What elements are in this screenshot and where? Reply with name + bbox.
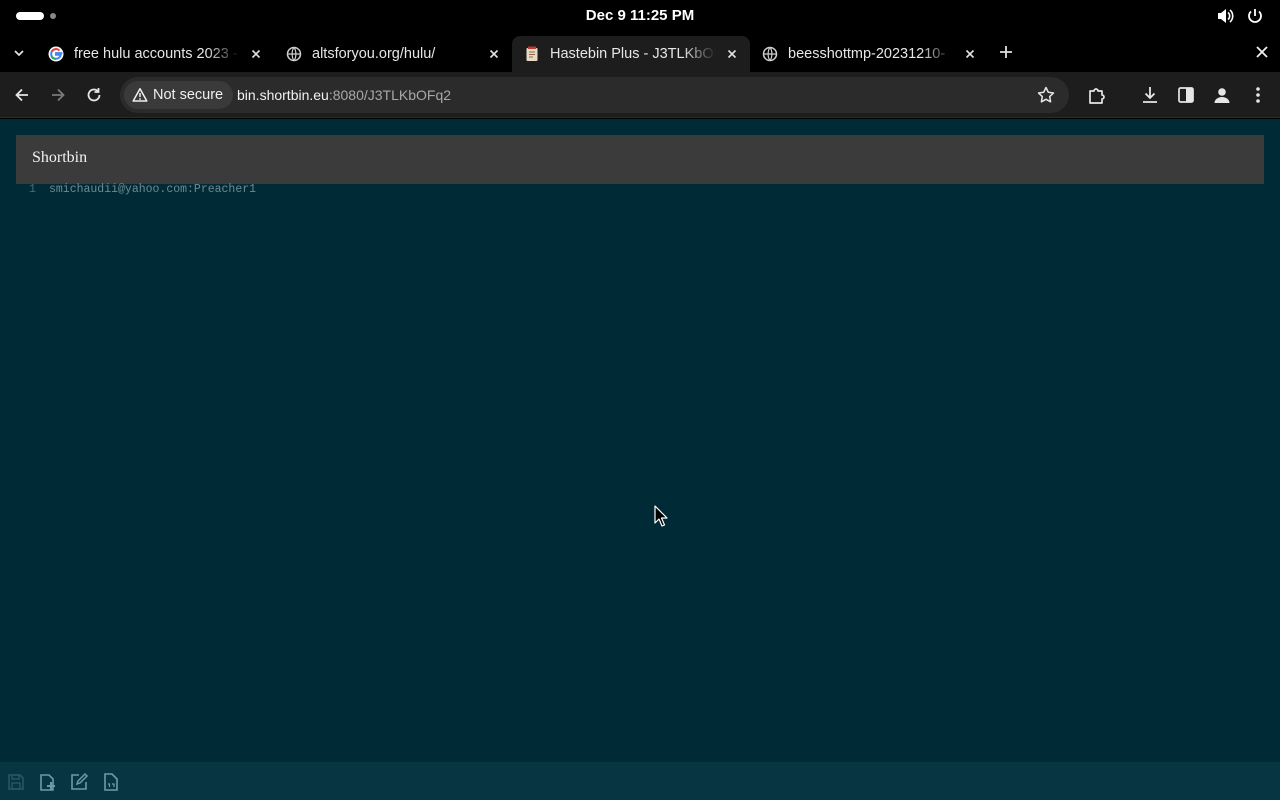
address-bar[interactable]: Not secure bin.shortbin.eu:8080/J3TLKbOF… <box>120 77 1069 113</box>
tab-title: Hastebin Plus - J3TLKbOFq2 <box>550 46 716 62</box>
bookmark-star-icon[interactable] <box>1036 85 1056 105</box>
extensions-puzzle-icon[interactable] <box>1086 84 1108 106</box>
power-icon[interactable] <box>1246 8 1264 24</box>
tab-title: altsforyou.org/hulu/ <box>312 46 436 62</box>
save-icon[interactable] <box>6 772 26 792</box>
security-label: Not secure <box>153 87 224 103</box>
system-clock[interactable]: Dec 9 11:25 PM <box>586 7 694 24</box>
tab-altsforyou[interactable]: altsforyou.org/hulu/ <box>274 36 512 72</box>
url-host: bin.shortbin.eu <box>237 87 329 103</box>
more-menu-icon[interactable] <box>1247 84 1269 106</box>
new-document-icon[interactable] <box>37 772 57 792</box>
profile-avatar-icon[interactable] <box>1211 84 1233 106</box>
workspace-dot <box>50 13 56 19</box>
activities-indicator[interactable] <box>16 12 44 20</box>
paste-content[interactable]: 1 smichaudii@yahoo.com:Preacher1 <box>0 183 1280 197</box>
volume-icon[interactable] <box>1217 8 1235 24</box>
globe-icon <box>286 46 302 62</box>
close-tab-icon[interactable] <box>962 46 978 62</box>
site-title[interactable]: Shortbin <box>32 149 87 167</box>
reload-icon[interactable] <box>83 84 105 106</box>
download-icon[interactable] <box>1139 84 1161 106</box>
close-tab-icon[interactable] <box>724 46 740 62</box>
close-tab-icon[interactable] <box>486 46 502 62</box>
system-top-bar: Dec 9 11:25 PM <box>0 0 1280 32</box>
browser-toolbar: Not secure bin.shortbin.eu:8080/J3TLKbOF… <box>0 72 1280 118</box>
tab-beesshottmp[interactable]: beesshottmp-20231210- <box>750 36 988 72</box>
security-indicator[interactable]: Not secure <box>124 81 234 109</box>
code-line: 1 smichaudii@yahoo.com:Preacher1 <box>0 183 1280 197</box>
raw-text-icon[interactable] <box>101 772 121 792</box>
site-header: Shortbin <box>16 135 1264 184</box>
globe-icon <box>762 46 778 62</box>
action-bar <box>0 762 1280 800</box>
notepad-icon <box>524 46 540 62</box>
tab-title: free hulu accounts 2023 - <box>74 46 238 62</box>
close-tab-icon[interactable] <box>248 46 264 62</box>
url-path: :8080/J3TLKbOFq2 <box>328 87 452 103</box>
forward-arrow-icon[interactable] <box>47 84 69 106</box>
tab-strip: free hulu accounts 2023 - altsforyou.org… <box>0 32 1280 72</box>
tab-title: beesshottmp-20231210- <box>788 46 946 62</box>
tab-hastebin-plus[interactable]: Hastebin Plus - J3TLKbOFq2 <box>512 36 750 72</box>
back-arrow-icon[interactable] <box>11 84 33 106</box>
side-panel-icon[interactable] <box>1175 84 1197 106</box>
tab-search-chevron-icon[interactable] <box>8 42 30 64</box>
new-tab-plus-icon[interactable] <box>996 42 1016 62</box>
mouse-pointer-icon <box>654 505 668 527</box>
google-icon <box>48 46 64 62</box>
paste-page: Shortbin 1 smichaudii@yahoo.com:Preacher… <box>0 119 1280 800</box>
edit-icon[interactable] <box>69 772 89 792</box>
tab-free-hulu-accounts[interactable]: free hulu accounts 2023 - <box>36 36 274 72</box>
url-text[interactable]: bin.shortbin.eu:8080/J3TLKbOFq2 <box>237 87 451 103</box>
warning-triangle-icon <box>132 87 148 103</box>
line-number: 1 <box>29 183 36 196</box>
window-close-icon[interactable] <box>1252 42 1272 62</box>
line-text[interactable]: smichaudii@yahoo.com:Preacher1 <box>38 183 256 197</box>
